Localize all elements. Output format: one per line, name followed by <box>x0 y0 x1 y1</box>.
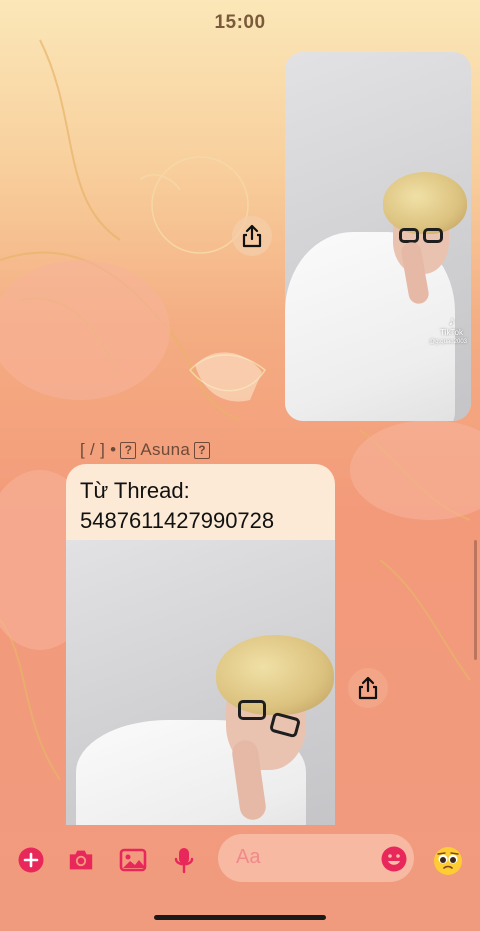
share-icon <box>242 224 262 248</box>
home-indicator[interactable] <box>154 915 326 920</box>
sender-label-name: Asuna <box>140 440 191 459</box>
message-line-1: Từ Thread: <box>80 478 190 503</box>
status-time: 15:00 <box>214 12 266 33</box>
sender-name: [ / ] • ? Asuna ? <box>80 440 211 460</box>
media-message-2[interactable] <box>66 540 335 825</box>
person-photo <box>285 52 471 421</box>
message-line-2: 5487611427990728 <box>80 508 275 533</box>
camera-icon[interactable] <box>67 846 95 874</box>
gallery-icon[interactable] <box>119 846 147 874</box>
emoji-icon[interactable] <box>381 846 407 872</box>
message-input-placeholder: Aa <box>236 846 261 868</box>
sender-prefix: [ / ] • <box>80 440 117 459</box>
media-message-1[interactable]: ♪ TikTok @g.quan2003 <box>285 52 471 421</box>
tiktok-watermark: ♪ TikTok <box>440 314 463 337</box>
message-input[interactable]: Aa <box>218 834 414 882</box>
share-button[interactable] <box>232 216 272 256</box>
scrollbar[interactable] <box>474 540 477 660</box>
share-button[interactable] <box>348 668 388 708</box>
mic-icon[interactable] <box>170 846 198 874</box>
unknown-glyph-icon: ? <box>120 441 137 459</box>
tiktok-handle: @g.quan2003 <box>429 339 467 345</box>
pleading-face-emoji[interactable] <box>433 846 463 876</box>
tiktok-icon: ♪ <box>448 314 455 328</box>
message-bubble[interactable]: Từ Thread: 5487611427990728 <box>66 464 335 540</box>
person-photo <box>66 540 335 825</box>
message-composer: Aa <box>0 832 480 888</box>
plus-icon[interactable] <box>17 846 45 874</box>
share-icon <box>358 676 378 700</box>
unknown-glyph-icon: ? <box>194 441 211 459</box>
